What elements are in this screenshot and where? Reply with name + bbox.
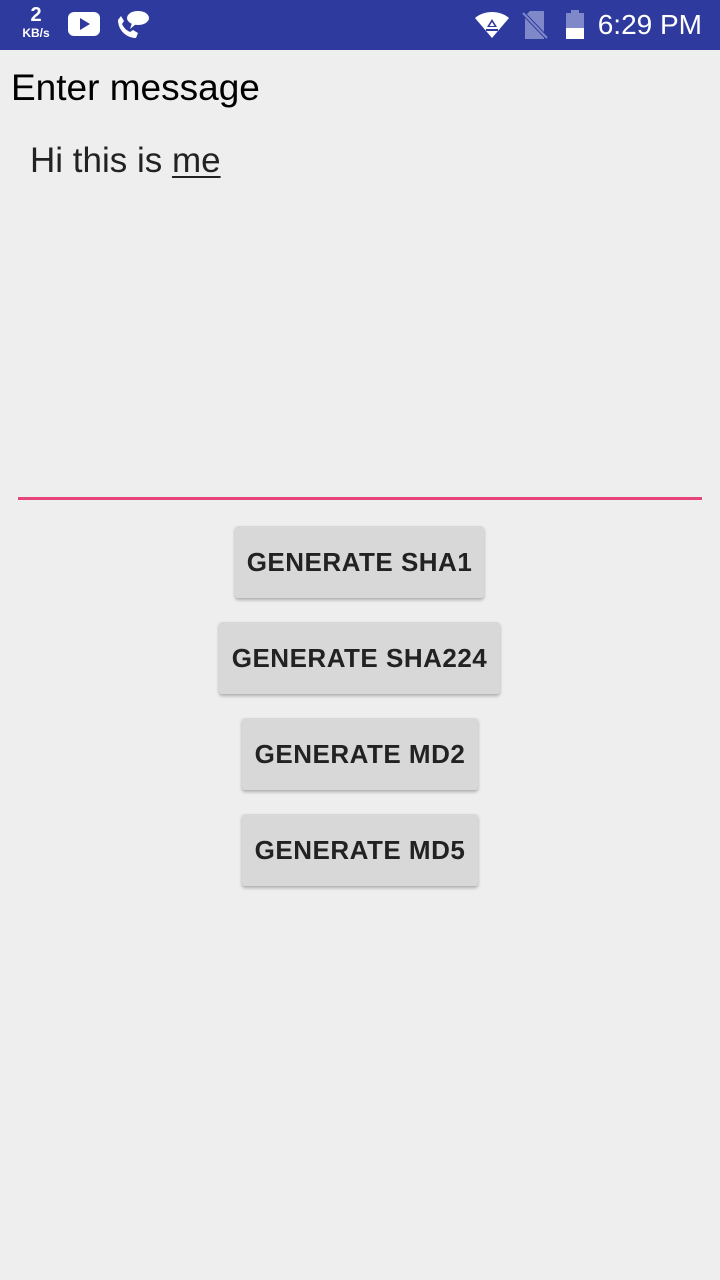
wifi-icon <box>474 10 510 44</box>
network-speed-value: 2 <box>30 4 42 26</box>
wifi-call-icon <box>114 10 150 44</box>
generate-md5-button[interactable]: GENERATE MD5 <box>242 814 478 886</box>
generate-sha224-button[interactable]: GENERATE SHA224 <box>219 622 500 694</box>
generate-sha1-button[interactable]: GENERATE SHA1 <box>235 526 484 598</box>
message-input-value[interactable]: Hi this is me <box>30 140 221 182</box>
message-input[interactable]: Hi this is me <box>18 130 702 500</box>
network-speed-unit: KB/s <box>22 26 50 40</box>
status-bar-clock: 6:29 PM <box>597 9 702 40</box>
youtube-icon <box>68 12 100 40</box>
message-text-underlined-word: me <box>171 141 221 180</box>
message-text-prefix: Hi this is <box>30 141 172 180</box>
generate-md2-button[interactable]: GENERATE MD2 <box>242 718 478 790</box>
status-bar: 2 KB/s 6:29 PM <box>0 0 720 50</box>
network-speed-indicator: 2 KB/s <box>14 5 58 39</box>
battery-icon <box>564 10 586 44</box>
enter-message-label: Enter message <box>11 67 260 108</box>
no-sim-icon <box>521 10 549 44</box>
